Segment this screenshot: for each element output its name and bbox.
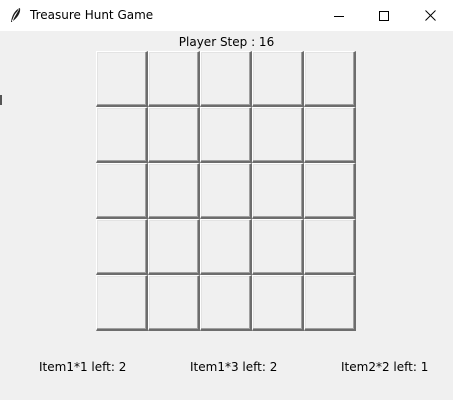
grid-cell-2-2[interactable] <box>148 107 200 163</box>
grid-cell-1-2[interactable] <box>148 51 200 107</box>
grid-cell-5-1[interactable] <box>96 275 148 331</box>
grid-cell-3-2[interactable] <box>148 163 200 219</box>
grid-cell-3-4[interactable] <box>252 163 304 219</box>
grid-cell-4-4[interactable] <box>252 219 304 275</box>
grid-cell-5-5[interactable] <box>304 275 356 331</box>
maximize-icon <box>379 10 389 21</box>
grid-cell-4-3[interactable] <box>200 219 252 275</box>
close-button[interactable] <box>407 0 453 31</box>
close-icon <box>424 10 436 21</box>
grid-cell-5-2[interactable] <box>148 275 200 331</box>
grid-cell-5-3[interactable] <box>200 275 252 331</box>
grid-cell-4-5[interactable] <box>304 219 356 275</box>
maximize-button[interactable] <box>361 0 407 31</box>
grid-cell-3-5[interactable] <box>304 163 356 219</box>
grid-cell-4-2[interactable] <box>148 219 200 275</box>
grid-cell-1-5[interactable] <box>304 51 356 107</box>
window-title: Treasure Hunt Game <box>30 8 154 22</box>
grid-cell-1-4[interactable] <box>252 51 304 107</box>
grid-cell-3-3[interactable] <box>200 163 252 219</box>
grid-cell-3-1[interactable] <box>96 163 148 219</box>
feather-icon <box>9 7 23 23</box>
grid-cell-1-3[interactable] <box>200 51 252 107</box>
item-1x3-remaining: Item1*3 left: 2 <box>190 360 278 374</box>
item-1x1-remaining: Item1*1 left: 2 <box>39 360 127 374</box>
grid-cell-2-3[interactable] <box>200 107 252 163</box>
grid-cell-2-4[interactable] <box>252 107 304 163</box>
grid-cell-4-1[interactable] <box>96 219 148 275</box>
player-step-label: Player Step : 16 <box>178 35 275 49</box>
minimize-icon <box>334 11 344 21</box>
grid-cell-1-1[interactable] <box>96 51 148 107</box>
grid-cell-5-4[interactable] <box>252 275 304 331</box>
treasure-grid <box>96 51 357 332</box>
title-bar: Treasure Hunt Game <box>0 0 453 31</box>
item-2x2-remaining: Item2*2 left: 1 <box>341 360 429 374</box>
grid-cell-2-5[interactable] <box>304 107 356 163</box>
minimize-button[interactable] <box>316 0 362 31</box>
grid-cell-2-1[interactable] <box>96 107 148 163</box>
window-edge-marker <box>0 95 2 105</box>
